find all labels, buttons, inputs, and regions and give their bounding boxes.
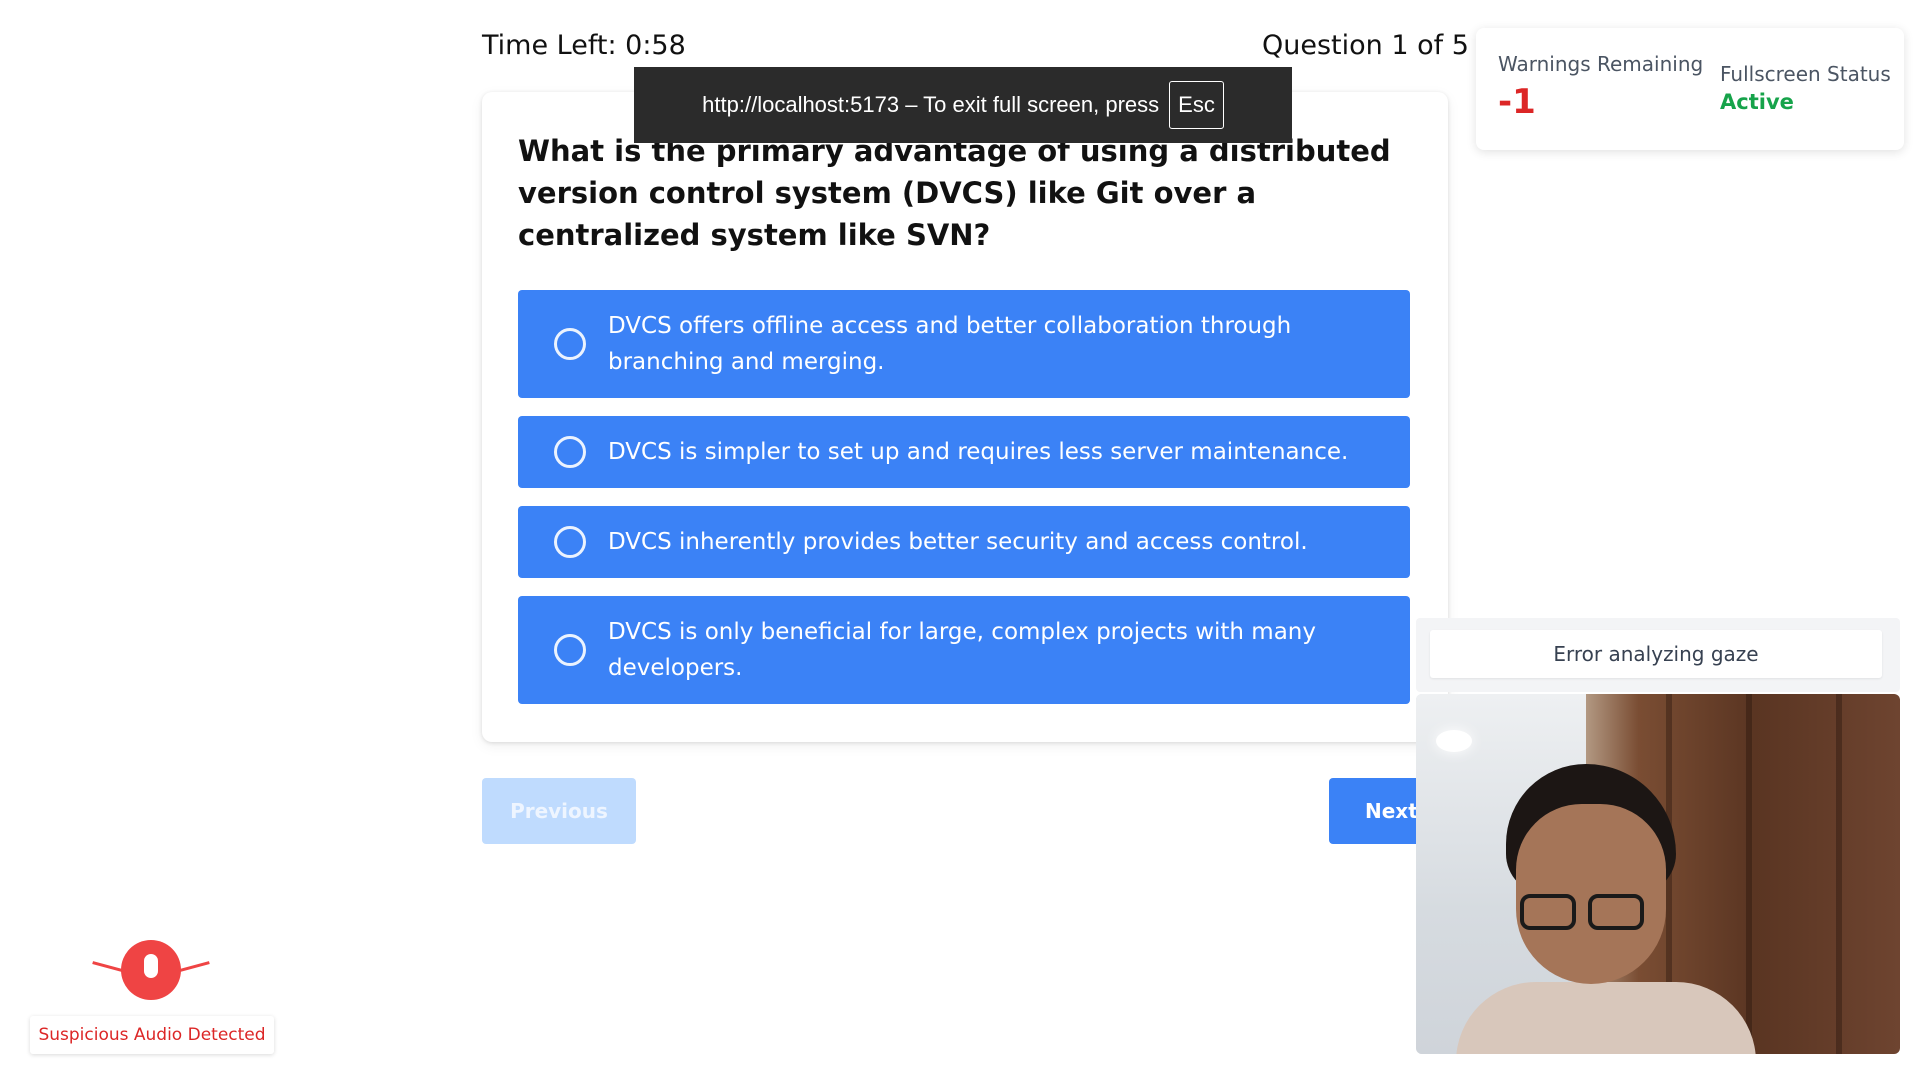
options-list: DVCS offers offline access and better co…	[518, 290, 1410, 722]
radio-icon[interactable]	[554, 436, 586, 468]
microphone-alert-icon	[88, 940, 214, 1010]
warnings-label: Warnings Remaining	[1498, 52, 1704, 76]
fullscreen-banner-message: http://localhost:5173 – To exit full scr…	[702, 92, 1160, 117]
glasses-right-lens	[1588, 894, 1644, 930]
time-left: Time Left: 0:58	[482, 30, 686, 61]
radio-icon[interactable]	[554, 526, 586, 558]
fullscreen-exit-banner: http://localhost:5173 – To exit full scr…	[634, 67, 1292, 143]
webcam-feed	[1416, 694, 1900, 1054]
esc-key-badge: Esc	[1169, 81, 1224, 129]
question-text: What is the primary advantage of using a…	[518, 134, 1391, 252]
question-counter: Question 1 of 5	[1262, 30, 1469, 61]
gaze-status-box: Error analyzing gaze	[1416, 618, 1900, 692]
exam-page: Time Left: 0:58 Question 1 of 5 What is …	[0, 0, 1920, 1080]
question-card: What is the primary advantage of using a…	[482, 92, 1448, 742]
radio-icon[interactable]	[554, 328, 586, 360]
mic-stand	[140, 1000, 162, 1008]
option-3[interactable]: DVCS inherently provides better security…	[518, 506, 1410, 578]
fullscreen-status-value: Active	[1720, 90, 1794, 114]
option-label: DVCS offers offline access and better co…	[608, 313, 1292, 375]
warnings-value: -1	[1498, 82, 1536, 122]
radio-icon[interactable]	[554, 634, 586, 666]
glasses-left-lens	[1520, 894, 1576, 930]
option-1[interactable]: DVCS offers offline access and better co…	[518, 290, 1410, 398]
option-label: DVCS is only beneficial for large, compl…	[608, 619, 1316, 681]
option-label: DVCS is simpler to set up and requires l…	[608, 439, 1349, 465]
ceiling-light	[1436, 730, 1472, 752]
mic-icon	[144, 954, 158, 978]
previous-button[interactable]: Previous	[482, 778, 636, 844]
suspicious-audio-badge: Suspicious Audio Detected	[30, 1016, 274, 1054]
wood-panel-line	[1836, 694, 1842, 1054]
person-torso	[1456, 982, 1756, 1054]
wood-panel-line	[1746, 694, 1752, 1054]
option-label: DVCS inherently provides better security…	[608, 529, 1308, 555]
status-panel: Warnings Remaining -1 Fullscreen Status …	[1476, 28, 1904, 150]
gaze-message: Error analyzing gaze	[1430, 630, 1882, 678]
option-2[interactable]: DVCS is simpler to set up and requires l…	[518, 416, 1410, 488]
option-4[interactable]: DVCS is only beneficial for large, compl…	[518, 596, 1410, 704]
fullscreen-status-label: Fullscreen Status	[1720, 62, 1891, 86]
